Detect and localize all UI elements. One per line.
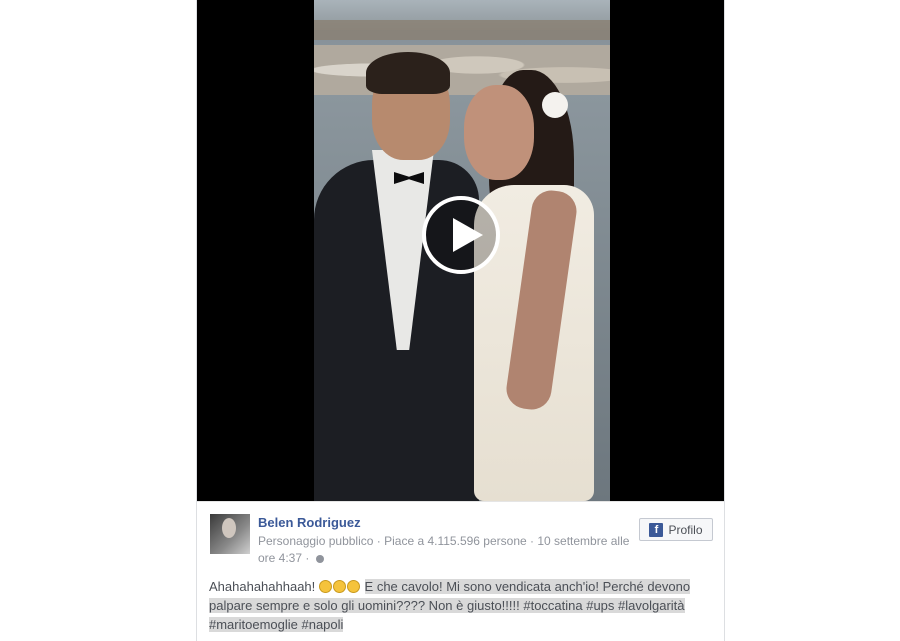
facebook-icon: f (649, 522, 664, 537)
post-time[interactable]: ore 4:37 (258, 551, 302, 565)
meta-separator: · (376, 534, 381, 548)
post-date[interactable]: 10 settembre alle (537, 534, 629, 548)
laughing-emoji-icon (318, 580, 332, 593)
video-player[interactable] (197, 0, 724, 501)
meta-separator: · (530, 534, 535, 548)
page-name-link[interactable]: Belen Rodriguez (258, 515, 361, 530)
post-caption: Ahahahahahhaah! E che cavolo! Mi sono ve… (209, 577, 719, 634)
laughing-emoji-icon (332, 580, 346, 593)
play-icon[interactable] (422, 196, 500, 274)
profile-button[interactable]: f Profilo (639, 518, 713, 541)
meta-separator: · (305, 551, 310, 565)
video-post-card: Belen Rodriguez Personaggio pubblico · P… (196, 0, 725, 641)
profile-button-label: Profilo (668, 522, 703, 537)
caption-start: Ahahahahahhaah! (209, 579, 316, 594)
globe-icon (315, 554, 324, 563)
page-category: Personaggio pubblico (258, 534, 374, 548)
post-meta: Personaggio pubblico · Piace a 4.115.596… (258, 533, 643, 567)
laughing-emoji-icon (346, 580, 360, 593)
likes-count[interactable]: Piace a 4.115.596 persone (384, 534, 527, 548)
post-info: Belen Rodriguez Personaggio pubblico · P… (197, 501, 724, 641)
avatar[interactable] (210, 514, 250, 554)
